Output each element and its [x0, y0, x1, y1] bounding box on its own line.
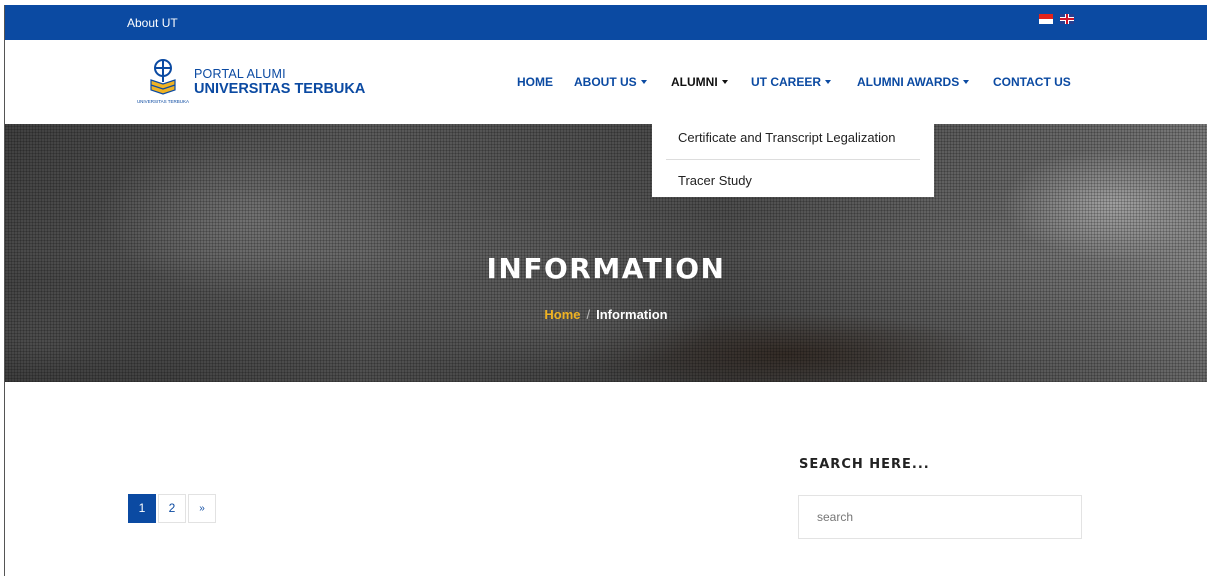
top-bar: About UT: [5, 5, 1207, 40]
search-widget-title: SEARCH HERE...: [799, 457, 930, 472]
ut-logo[interactable]: UNIVERSITAS TERBUKA: [132, 56, 194, 106]
language-switcher: [1039, 14, 1074, 24]
chevron-down-icon: [825, 79, 832, 84]
nav-ut-career[interactable]: UT CAREER: [751, 75, 832, 89]
page: About UT UNIVERSITAS TERBUKA PORTAL ALUM…: [4, 5, 1207, 576]
breadcrumb-home[interactable]: Home: [544, 307, 580, 322]
chevron-down-icon: [963, 79, 970, 84]
nav-contact-us[interactable]: CONTACT US: [993, 75, 1071, 89]
breadcrumb-separator: /: [586, 307, 591, 322]
about-ut-link[interactable]: About UT: [127, 16, 178, 30]
menu-item-tracer-study[interactable]: Tracer Study: [678, 173, 752, 188]
alumni-dropdown-menu: Certificate and Transcript Legalization …: [652, 121, 934, 197]
page-banner: INFORMATION Home / Information: [5, 124, 1207, 382]
indonesia-flag-icon[interactable]: [1039, 14, 1053, 24]
nav-home[interactable]: HOME: [517, 75, 553, 89]
brand-line2: UNIVERSITAS TERBUKA: [194, 81, 366, 97]
search-input[interactable]: [798, 495, 1082, 539]
nav-alumni-awards[interactable]: ALUMNI AWARDS: [857, 75, 970, 89]
chevron-down-icon: [640, 79, 647, 84]
menu-divider: [666, 159, 920, 160]
logo-caption: UNIVERSITAS TERBUKA: [137, 99, 189, 104]
nav-alumni[interactable]: ALUMNI: [671, 75, 728, 89]
next-page-button[interactable]: »: [188, 494, 216, 523]
menu-item-legalization[interactable]: Certificate and Transcript Legalization: [678, 130, 896, 145]
page-2-button[interactable]: 2: [158, 494, 186, 523]
pagination: 1 2 »: [128, 494, 216, 523]
nav-about-us[interactable]: ABOUT US: [574, 75, 647, 89]
brand-name[interactable]: PORTAL ALUMI UNIVERSITAS TERBUKA: [194, 67, 365, 97]
breadcrumb-current: Information: [596, 307, 668, 322]
page-1-button[interactable]: 1: [128, 494, 156, 523]
chevron-down-icon: [721, 79, 728, 84]
brand-line1: PORTAL ALUMI: [194, 67, 286, 81]
page-title: INFORMATION: [486, 252, 726, 285]
breadcrumb: Home / Information: [5, 307, 1207, 322]
uk-flag-icon[interactable]: [1060, 14, 1074, 24]
